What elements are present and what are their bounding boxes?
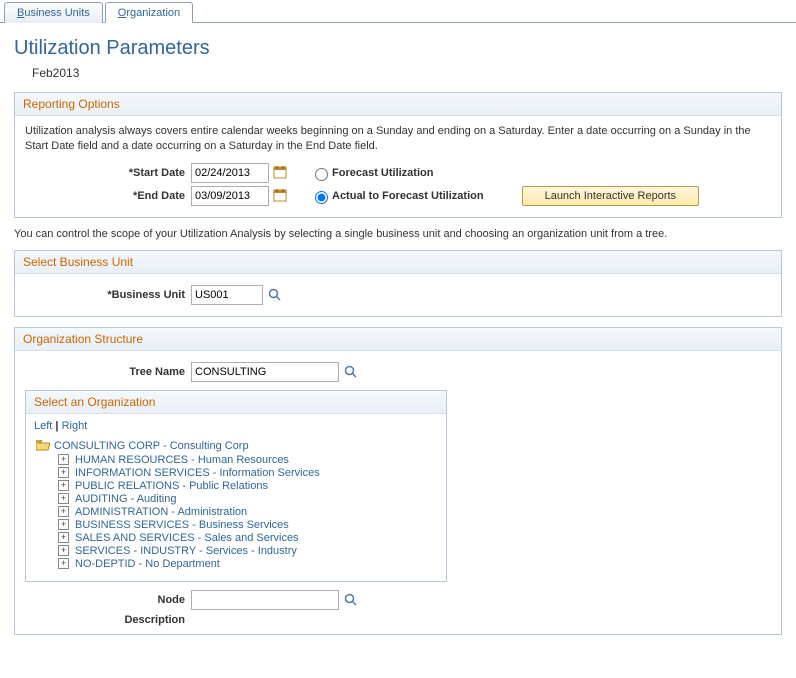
tree-left-link[interactable]: Left [34, 420, 52, 432]
select-org-header: Select an Organization [26, 391, 446, 414]
node-input[interactable] [191, 590, 339, 610]
tree-node-row: + SERVICES - INDUSTRY - Services - Indust… [58, 545, 438, 557]
expand-icon[interactable]: + [58, 454, 69, 465]
tree-name-label: Tree Name [25, 366, 191, 378]
tree-node-link[interactable]: AUDITING - Auditing [75, 493, 176, 505]
business-unit-header: Select Business Unit [15, 251, 781, 274]
tree-right-link[interactable]: Right [62, 420, 88, 432]
org-structure-group: Organization Structure Tree Name Select … [14, 327, 782, 635]
end-date-input[interactable] [191, 186, 269, 206]
tree-node-link[interactable]: PUBLIC RELATIONS - Public Relations [75, 480, 268, 492]
launch-reports-button[interactable]: Launch Interactive Reports [522, 186, 699, 206]
lookup-icon[interactable] [343, 592, 358, 608]
expand-icon[interactable]: + [58, 532, 69, 543]
tree-node-link[interactable]: SALES AND SERVICES - Sales and Services [75, 532, 299, 544]
tree-node-row: + PUBLIC RELATIONS - Public Relations [58, 480, 438, 492]
tree-node-link[interactable]: NO-DEPTID - No Department [75, 558, 220, 570]
tree-node-row: + AUDITING - Auditing [58, 493, 438, 505]
tree-node-link[interactable]: ADMINISTRATION - Administration [75, 506, 247, 518]
forecast-radio[interactable] [315, 168, 328, 181]
expand-icon[interactable]: + [58, 506, 69, 517]
tree-node-row: + SALES AND SERVICES - Sales and Services [58, 532, 438, 544]
org-structure-header: Organization Structure [15, 328, 781, 351]
tree-node-link[interactable]: BUSINESS SERVICES - Business Services [75, 519, 289, 531]
actual-forecast-radio-label: Actual to Forecast Utilization [332, 190, 484, 202]
forecast-radio-label: Forecast Utilization [332, 167, 433, 179]
page-title: Utilization Parameters [14, 37, 796, 60]
tree-node-link[interactable]: SERVICES - INDUSTRY - Services - Industr… [75, 545, 297, 557]
lookup-icon[interactable] [267, 287, 282, 303]
select-org-box: Select an Organization Left | Right CONS… [25, 390, 447, 582]
description-label: Description [25, 614, 191, 626]
calendar-icon[interactable] [273, 165, 288, 181]
business-unit-label: *Business Unit [25, 289, 191, 301]
tree-name-input[interactable] [191, 362, 339, 382]
start-date-label: *Start Date [25, 167, 191, 179]
tree-node-row: + NO-DEPTID - No Department [58, 558, 438, 570]
tab-organization[interactable]: Organization [105, 2, 193, 23]
tabs-container: Business Units Organization [0, 0, 796, 23]
tree-node-link[interactable]: HUMAN RESOURCES - Human Resources [75, 454, 289, 466]
tree-node-row: + HUMAN RESOURCES - Human Resources [58, 454, 438, 466]
expand-icon[interactable]: + [58, 467, 69, 478]
actual-forecast-radio[interactable] [315, 191, 328, 204]
left-right-nav: Left | Right [34, 420, 438, 432]
expand-icon[interactable]: + [58, 545, 69, 556]
page-subtitle: Feb2013 [32, 66, 796, 80]
tab-label: usiness Units [24, 7, 89, 19]
tree-node-row: + BUSINESS SERVICES - Business Services [58, 519, 438, 531]
lookup-icon[interactable] [343, 364, 358, 380]
scope-description: You can control the scope of your Utiliz… [14, 228, 782, 240]
expand-icon[interactable]: + [58, 519, 69, 530]
reporting-options-header: Reporting Options [15, 93, 781, 116]
start-date-input[interactable] [191, 163, 269, 183]
open-folder-icon [36, 440, 50, 451]
node-label: Node [25, 594, 191, 606]
expand-icon[interactable]: + [58, 480, 69, 491]
business-unit-group: Select Business Unit *Business Unit [14, 250, 782, 317]
tree-node-link[interactable]: INFORMATION SERVICES - Information Servi… [75, 467, 320, 479]
tree-node-row: + INFORMATION SERVICES - Information Serv… [58, 467, 438, 479]
tab-label: rganization [126, 7, 180, 19]
expand-icon[interactable]: + [58, 493, 69, 504]
expand-icon[interactable]: + [58, 558, 69, 569]
tab-business-units[interactable]: Business Units [4, 2, 103, 23]
calendar-icon[interactable] [273, 188, 288, 204]
end-date-label: *End Date [25, 190, 191, 202]
reporting-options-group: Reporting Options Utilization analysis a… [14, 92, 782, 218]
reporting-info-text: Utilization analysis always covers entir… [25, 124, 771, 155]
tree-root-node[interactable]: CONSULTING CORP - Consulting Corp [54, 440, 249, 452]
tree-node-row: + ADMINISTRATION - Administration [58, 506, 438, 518]
business-unit-input[interactable] [191, 285, 263, 305]
